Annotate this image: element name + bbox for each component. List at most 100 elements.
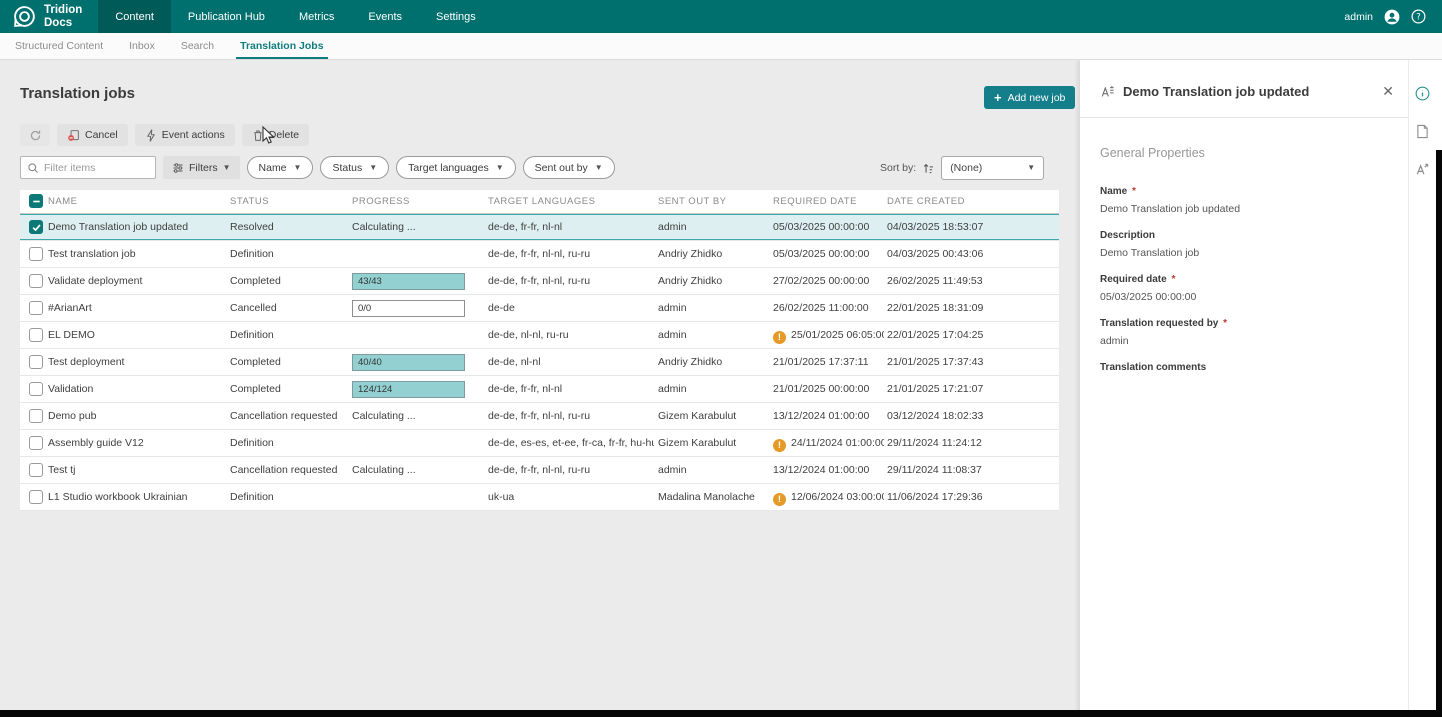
cell-required-date: 21/01/2025 17:37:11 [773, 349, 884, 376]
filter-pill-name[interactable]: Name▼ [247, 156, 314, 179]
translate-icon[interactable] [1415, 161, 1431, 177]
user-avatar-icon[interactable] [1384, 9, 1400, 25]
row-checkbox[interactable] [29, 355, 43, 369]
filter-pill-sent-out-by[interactable]: Sent out by▼ [523, 156, 615, 179]
topnav-item-metrics[interactable]: Metrics [282, 0, 351, 33]
field-required-date: Required date *05/03/2025 00:00:00 [1100, 274, 1390, 303]
table-row[interactable]: Assembly guide V12Definitionde-de, es-es… [20, 430, 1059, 457]
progress-bar: 124/124 [352, 381, 465, 398]
cell-target-languages: de-de, nl-nl, ru-ru [488, 322, 654, 349]
row-checkbox[interactable] [29, 220, 43, 234]
cell-sent-out-by: Andriy Zhidko [658, 241, 770, 268]
row-checkbox[interactable] [29, 463, 43, 477]
filters-button[interactable]: Filters ▼ [163, 156, 240, 179]
tab-translation-jobs[interactable]: Translation Jobs [240, 33, 323, 59]
table-row[interactable]: Test tjCancellation requestedCalculating… [20, 457, 1059, 484]
cell-name: Test deployment [48, 349, 226, 376]
topnav-item-events[interactable]: Events [351, 0, 419, 33]
table-row[interactable]: ValidationCompleted124/124de-de, fr-fr, … [20, 376, 1059, 403]
plus-icon: + [994, 91, 1002, 104]
cell-name: Validate deployment [48, 268, 226, 295]
topnav-items: ContentPublication HubMetricsEventsSetti… [98, 0, 492, 33]
filter-search-box[interactable] [20, 156, 156, 179]
sort-select[interactable]: (None) ▼ [941, 156, 1044, 180]
column-header-target-languages[interactable]: TARGET LANGUAGES [488, 190, 654, 214]
column-header-name[interactable]: NAME [48, 190, 226, 214]
filter-pill-status[interactable]: Status▼ [320, 156, 389, 179]
cell-progress: 43/43 [352, 268, 484, 295]
cell-progress: Calculating ... [352, 214, 484, 241]
row-checkbox[interactable] [29, 409, 43, 423]
info-icon[interactable] [1415, 85, 1431, 101]
cell-date-created: 22/01/2025 17:04:25 [887, 322, 1052, 349]
cell-progress: Calculating ... [352, 457, 484, 484]
panel-title: Demo Translation job updated [1123, 84, 1309, 99]
cell-target-languages: de-de, es-es, et-ee, fr-ca, fr-fr, hu-hu… [488, 430, 654, 457]
cell-required-date: 13/12/2024 01:00:00 [773, 457, 884, 484]
cell-date-created: 04/03/2025 18:53:07 [887, 214, 1052, 241]
cell-progress [352, 484, 484, 511]
cell-date-created: 26/02/2025 11:49:53 [887, 268, 1052, 295]
table-row[interactable]: Test translation jobDefinitionde-de, fr-… [20, 241, 1059, 268]
filter-pill-label: Status [332, 162, 362, 174]
event-actions-button[interactable]: Event actions [135, 124, 235, 146]
add-new-job-button[interactable]: + Add new job [984, 86, 1075, 109]
chevron-down-icon: ▼ [1027, 164, 1035, 172]
table-row[interactable]: #ArianArtCancelled0/0de-deadmin26/02/202… [20, 295, 1059, 322]
row-checkbox[interactable] [29, 301, 43, 315]
row-checkbox[interactable] [29, 274, 43, 288]
secondary-navigation: Structured Content Inbox Search Translation… [0, 33, 1442, 60]
column-header-status[interactable]: STATUS [230, 190, 348, 214]
table-row[interactable]: L1 Studio workbook UkrainianDefinitionuk… [20, 484, 1059, 511]
sort-ascending-icon[interactable] [922, 162, 935, 175]
table-row[interactable]: EL DEMODefinitionde-de, nl-nl, ru-ruadmi… [20, 322, 1059, 349]
panel-header: Demo Translation job updated ✕ [1080, 60, 1408, 118]
table-row[interactable]: Validate deploymentCompleted43/43de-de, … [20, 268, 1059, 295]
tab-inbox[interactable]: Inbox [129, 33, 155, 59]
select-all-checkbox[interactable] [29, 194, 43, 208]
progress-bar: 0/0 [352, 300, 465, 317]
translation-job-icon [1100, 85, 1115, 99]
cell-date-created: 03/12/2024 18:02:33 [887, 403, 1052, 430]
section-heading: General Properties [1100, 146, 1205, 160]
table-row[interactable]: Demo pubCancellation requestedCalculatin… [20, 403, 1059, 430]
document-icon[interactable] [1415, 123, 1431, 139]
cell-date-created: 21/01/2025 17:37:43 [887, 349, 1052, 376]
cell-progress: Calculating ... [352, 403, 484, 430]
row-checkbox[interactable] [29, 490, 43, 504]
column-header-required-date[interactable]: REQUIRED DATE [773, 190, 884, 214]
tridion-docs-logo[interactable]: TridionDocs [0, 0, 98, 33]
progress-value: 43/43 [358, 274, 382, 290]
filter-pill-target-languages[interactable]: Target languages▼ [396, 156, 515, 179]
row-checkbox[interactable] [29, 247, 43, 261]
refresh-button[interactable] [20, 124, 50, 146]
cell-target-languages: uk-ua [488, 484, 654, 511]
cell-target-languages: de-de, nl-nl [488, 349, 654, 376]
cell-sent-out-by: Andriy Zhidko [658, 349, 770, 376]
column-header-sent-out-by[interactable]: SENT OUT BY [658, 190, 770, 214]
topnav-item-settings[interactable]: Settings [419, 0, 493, 33]
table-row[interactable]: Test deploymentCompleted40/40de-de, nl-n… [20, 349, 1059, 376]
cell-date-created: 22/01/2025 18:31:09 [887, 295, 1052, 322]
column-header-date-created[interactable]: DATE CREATED [887, 190, 1052, 214]
filter-items-input[interactable] [44, 162, 149, 174]
row-checkbox[interactable] [29, 382, 43, 396]
cancel-button[interactable]: Cancel [57, 124, 128, 146]
row-checkbox[interactable] [29, 436, 43, 450]
close-icon[interactable]: ✕ [1382, 84, 1394, 98]
topnav-item-publication-hub[interactable]: Publication Hub [171, 0, 282, 33]
help-icon[interactable]: ? [1411, 9, 1426, 24]
cell-status: Cancelled [230, 295, 348, 322]
row-checkbox[interactable] [29, 328, 43, 342]
column-header-progress[interactable]: PROGRESS [352, 190, 484, 214]
chevron-down-icon: ▼ [294, 164, 302, 172]
cell-sent-out-by: Andriy Zhidko [658, 268, 770, 295]
cell-progress: 124/124 [352, 376, 484, 403]
cell-target-languages: de-de, fr-fr, nl-nl, ru-ru [488, 403, 654, 430]
topnav-item-content[interactable]: Content [98, 0, 171, 33]
cell-date-created: 04/03/2025 00:43:06 [887, 241, 1052, 268]
tab-search[interactable]: Search [181, 33, 214, 59]
progress-value: 40/40 [358, 355, 382, 371]
table-row[interactable]: Demo Translation job updatedResolvedCalc… [20, 214, 1059, 241]
tab-structured-content[interactable]: Structured Content [15, 33, 103, 59]
